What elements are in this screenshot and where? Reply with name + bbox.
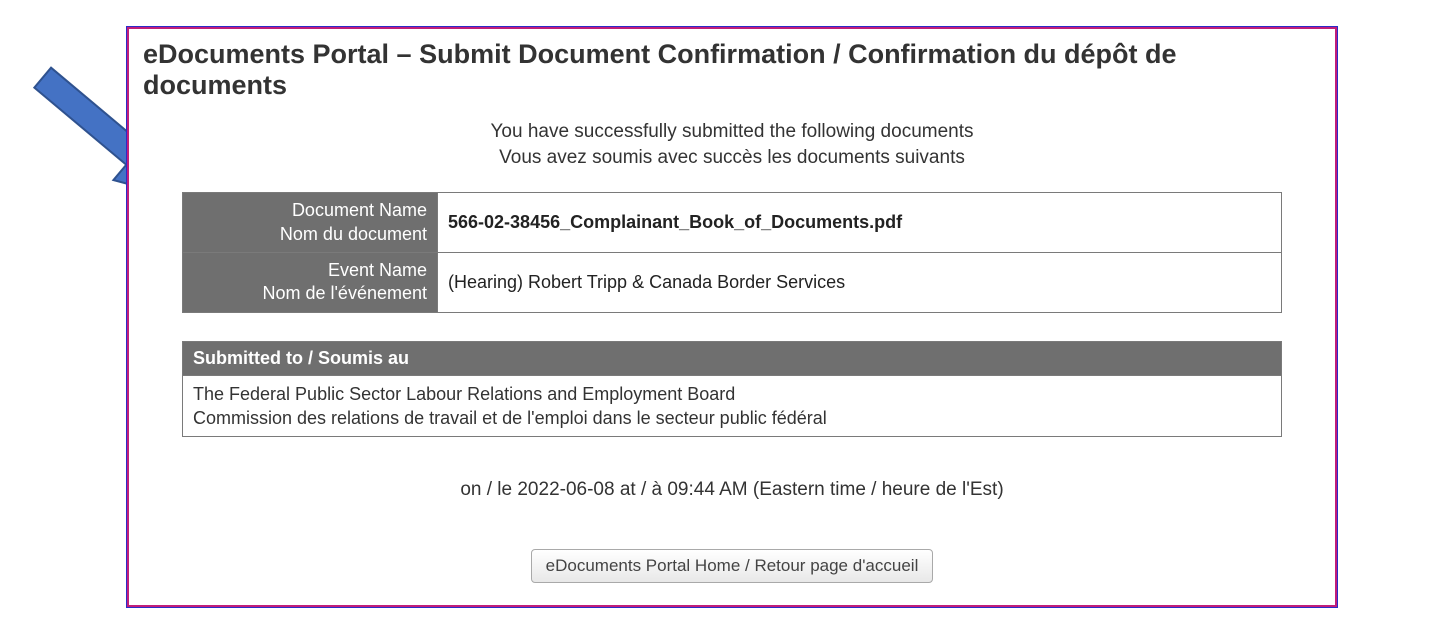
success-message-fr: Vous avez soumis avec succès les documen… bbox=[499, 147, 965, 168]
label-document-name: Document Name Nom du document bbox=[183, 193, 438, 253]
success-message-en: You have successfully submitted the foll… bbox=[490, 121, 973, 142]
submitted-to-header: Submitted to / Soumis au bbox=[182, 341, 1282, 376]
submitted-to-en: The Federal Public Sector Labour Relatio… bbox=[193, 384, 735, 404]
submitted-to-block: Submitted to / Soumis au The Federal Pub… bbox=[182, 341, 1282, 438]
button-row: eDocuments Portal Home / Retour page d'a… bbox=[143, 549, 1321, 583]
value-event-name: (Hearing) Robert Tripp & Canada Border S… bbox=[438, 253, 1282, 313]
submitted-to-fr: Commission des relations de travail et d… bbox=[193, 408, 827, 428]
table-row: Document Name Nom du document 566-02-384… bbox=[183, 193, 1282, 253]
success-message: You have successfully submitted the foll… bbox=[143, 119, 1321, 170]
label-event-name: Event Name Nom de l'événement bbox=[183, 253, 438, 313]
submitted-to-body: The Federal Public Sector Labour Relatio… bbox=[182, 376, 1282, 438]
page-title: eDocuments Portal – Submit Document Conf… bbox=[143, 39, 1321, 101]
confirmation-panel: eDocuments Portal – Submit Document Conf… bbox=[127, 27, 1337, 607]
submission-timestamp: on / le 2022-06-08 at / à 09:44 AM (East… bbox=[143, 479, 1321, 501]
home-button[interactable]: eDocuments Portal Home / Retour page d'a… bbox=[531, 549, 934, 583]
details-table: Document Name Nom du document 566-02-384… bbox=[182, 192, 1282, 313]
table-row: Event Name Nom de l'événement (Hearing) … bbox=[183, 253, 1282, 313]
value-document-name: 566-02-38456_Complainant_Book_of_Documen… bbox=[438, 193, 1282, 253]
